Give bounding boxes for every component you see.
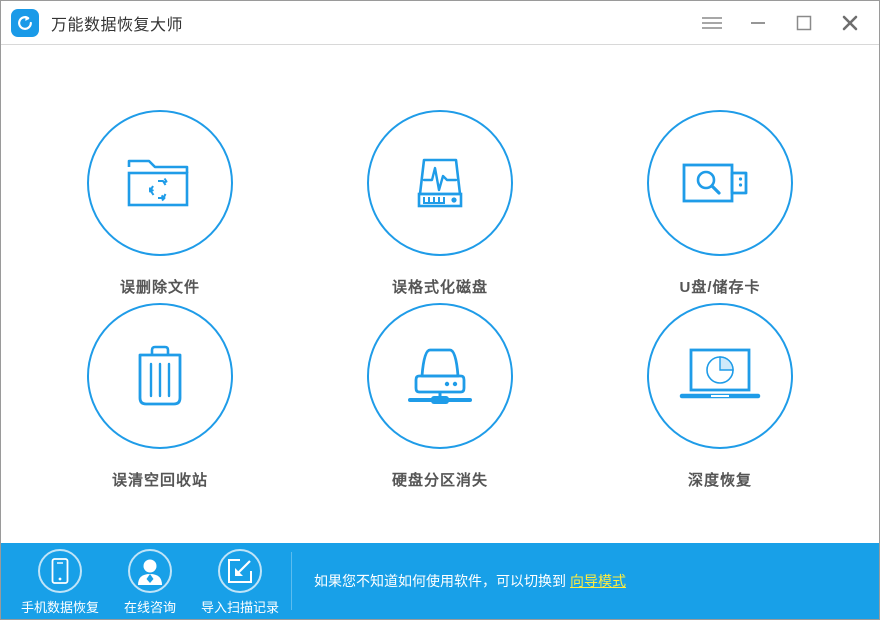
tile-circle [647,110,793,256]
app-window: 万能数据恢复大师 误删除文件 误格式化磁盘 U盘/储存卡 误清空回收站 硬盘分区… [0,0,880,620]
disk-waveform-icon [417,158,463,208]
bottom-action-online-consult[interactable]: 在线咨询 [105,549,195,616]
bottom-action-circle [38,549,82,593]
bottom-action-phone-data-recovery[interactable]: 手机数据恢复 [15,549,105,616]
folder-recycle-icon [127,159,189,207]
bottom-action-import-scan-record[interactable]: 导入扫描记录 [195,549,285,616]
trash-bin-icon [138,345,182,406]
close-icon[interactable] [827,1,873,45]
tile-circle [647,303,793,449]
external-hdd-icon [408,348,472,404]
hamburger-menu-icon[interactable] [689,1,735,45]
logo-glyph [18,15,32,30]
title-bar: 万能数据恢复大师 [1,1,879,45]
tile-circle [87,303,233,449]
bottom-action-label: 在线咨询 [123,600,176,615]
bottom-actions: 手机数据恢复 在线咨询 导入扫描记录 [1,543,285,619]
maximize-glyph [796,15,812,30]
tile-circle [367,110,513,256]
tile-deep-recovery[interactable]: 深度恢复 [580,297,860,490]
wizard-mode-link[interactable]: 向导模式 [570,571,626,591]
tile-circle [87,110,233,256]
hamburger-menu-glyph [702,16,722,29]
page-title: 万能数据恢复大师 [51,16,184,34]
person-avatar-icon [138,559,162,585]
tile-label: 深度恢复 [687,472,752,489]
recovery-mode-grid: 误删除文件 误格式化磁盘 U盘/储存卡 误清空回收站 硬盘分区消失 深度恢复 [20,104,860,490]
bottom-action-circle [218,549,262,593]
tile-deleted-files[interactable]: 误删除文件 [20,104,300,297]
laptop-piechart-icon [679,348,761,399]
main-content: 误删除文件 误格式化磁盘 U盘/储存卡 误清空回收站 硬盘分区消失 深度恢复 [1,45,879,543]
window-controls [689,1,879,44]
tile-label: 误清空回收站 [111,472,208,489]
tile-lost-partition[interactable]: 硬盘分区消失 [300,297,580,490]
tile-circle [367,303,513,449]
tile-label: 硬盘分区消失 [391,472,488,489]
wizard-hint-text: 如果您不知道如何使用软件，可以切换到 [314,573,566,589]
close-glyph [842,15,858,30]
usb-search-icon [682,163,748,203]
tile-formatted-disk[interactable]: 误格式化磁盘 [300,104,580,297]
tile-label: 误格式化磁盘 [391,279,488,296]
tile-emptied-recyclebin[interactable]: 误清空回收站 [20,297,300,490]
minimize-glyph [751,21,765,24]
bottom-action-label: 导入扫描记录 [200,600,279,615]
wizard-hint: 如果您不知道如何使用软件，可以切换到 向导模式 [292,571,879,591]
mobile-phone-icon [51,558,69,584]
bottom-bar: 手机数据恢复 在线咨询 导入扫描记录 如果您不知道如何使用软件，可以切换到 向导… [1,543,879,619]
minimize-icon[interactable] [735,1,781,45]
bottom-action-label: 手机数据恢复 [20,600,99,615]
tile-label: 误删除文件 [119,279,200,296]
maximize-icon[interactable] [781,1,827,45]
tile-usb-memory-card[interactable]: U盘/储存卡 [580,104,860,297]
import-arrow-icon [228,559,252,583]
bottom-action-circle [128,549,172,593]
recovery-logo-icon [11,8,39,37]
tile-label: U盘/储存卡 [679,279,761,296]
